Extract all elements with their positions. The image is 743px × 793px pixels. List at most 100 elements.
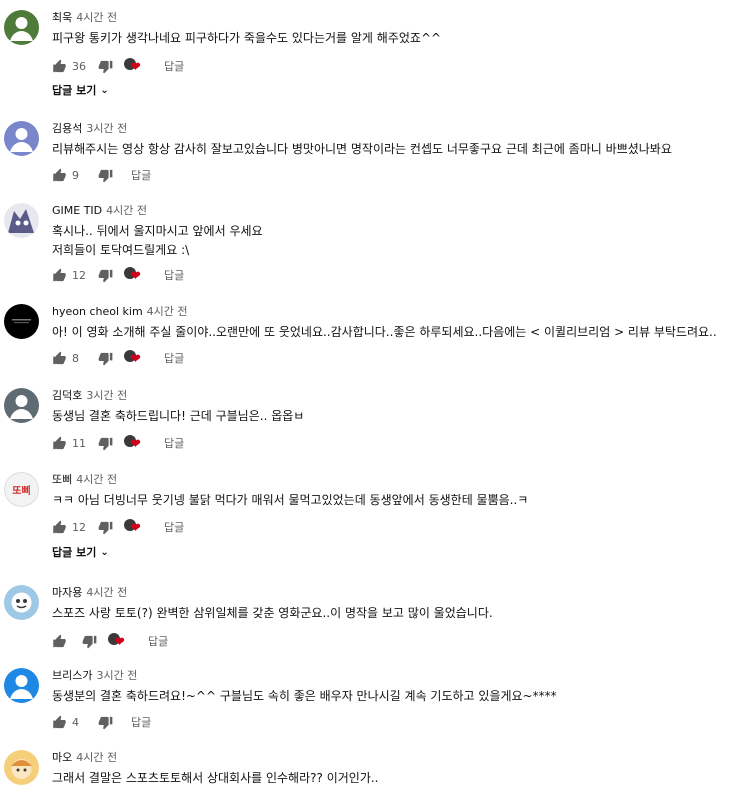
comment-time[interactable]: 4시간 전 [106,204,147,217]
avatar[interactable] [4,585,39,620]
comment-text-line: 혹시나.. 뒤에서 울지마시고 앞에서 우세요 [52,224,263,238]
heart-icon: ❤ [130,352,141,367]
like-icon[interactable] [52,520,67,535]
avatar[interactable] [4,668,39,703]
reply-button[interactable]: 답글 [131,714,151,730]
like-icon[interactable] [52,268,67,283]
comment-author[interactable]: 브리스가 [52,669,92,682]
like-icon[interactable] [52,715,67,730]
comment-time[interactable]: 3시간 전 [86,122,127,135]
comment-item: 브리스가 3시간 전 동생분의 결혼 축하드려요!~^^ 구블님도 속히 좋은 배… [0,668,743,738]
comment-text: 혹시나.. 뒤에서 울지마시고 앞에서 우세요 저희들이 토닥여드릴게요 :\ [52,222,263,260]
comment-text-line: 리뷰해주시는 영상 항상 감사히 잘보고있습니다 병맛아니면 명작이라는 컨셉도… [52,142,672,156]
dislike-icon[interactable] [98,520,113,535]
avatar[interactable] [4,203,39,238]
comment-text-line: 그래서 결말은 스포츠토토해서 상대회사를 인수해라?? 이거인가.. [52,771,379,785]
dislike-icon[interactable] [98,168,113,183]
comment-time[interactable]: 4시간 전 [76,473,117,486]
comment-author[interactable]: hyeon cheol kim [52,305,143,318]
comment-item: 마자용 4시간 전 스포즈 사랑 토토(?) 완벽한 삼위일체를 갖춘 영화군요.… [0,585,743,655]
comment-text-line: 동생분의 결혼 축하드려요!~^^ 구블님도 속히 좋은 배우자 만나시길 계속… [52,689,557,703]
comment-author[interactable]: 마오 [52,751,72,764]
like-icon[interactable] [52,59,67,74]
comment-author[interactable]: 최욱 [52,11,72,24]
dislike-icon[interactable] [98,351,113,366]
comment-author[interactable]: 마자용 [52,586,82,599]
comments-list: 최욱 4시간 전 피구왕 통키가 생각나네요 피구하다가 죽을수도 있다는거를 알… [0,0,743,793]
comment-text: 아! 이 영화 소개해 주실 줄이야..오랜만에 또 웃었네요..감사합니다..… [52,323,717,342]
heart-icon: ❤ [114,635,125,650]
comment-actions: 4 답글 [52,712,151,732]
view-replies-button[interactable]: 답글 보기 ⌄ [52,82,109,98]
comment-author[interactable]: GIME TID [52,204,102,217]
heart-icon: ❤ [130,521,141,536]
comment-text-line: 아! 이 영화 소개해 주실 줄이야..오랜만에 또 웃었네요..감사합니다..… [52,325,717,339]
avatar[interactable] [4,304,39,339]
avatar[interactable] [4,10,39,45]
reply-button[interactable]: 답글 [164,267,184,283]
comment-item: 마오 4시간 전 그래서 결말은 스포츠토토해서 상대회사를 인수해라?? 이거인… [0,750,743,793]
comment-actions: ❤ 답글 [52,631,168,651]
like-count: 4 [72,715,79,729]
creator-heart: ❤ [124,266,146,284]
creator-heart: ❤ [124,518,146,536]
comment-author[interactable]: 김덕호 [52,389,82,402]
reply-button[interactable]: 답글 [164,350,184,366]
dislike-icon[interactable] [98,436,113,451]
reply-button[interactable]: 답글 [164,58,184,74]
avatar[interactable] [4,388,39,423]
comment-actions: 9 답글 [52,165,151,185]
creator-heart: ❤ [124,57,146,75]
comment-time[interactable]: 4시간 전 [76,11,117,24]
comment-text: 리뷰해주시는 영상 항상 감사히 잘보고있습니다 병맛아니면 명작이라는 컨셉도… [52,140,672,159]
comment-actions: 12 ❤ 답글 [52,517,184,537]
reply-button[interactable]: 답글 [164,519,184,535]
like-icon[interactable] [52,634,67,649]
reply-button[interactable]: 답글 [164,435,184,451]
comment-time[interactable]: 4시간 전 [147,305,188,318]
comment-author[interactable]: 또삐 [52,473,72,486]
view-replies-button[interactable]: 답글 보기 ⌄ [52,544,109,560]
dislike-icon[interactable] [82,634,97,649]
like-count: 9 [72,168,79,182]
comment-item: 김용석 3시간 전 리뷰해주시는 영상 항상 감사히 잘보고있습니다 병맛아니면 … [0,121,743,186]
like-count: 36 [72,59,86,73]
like-icon[interactable] [52,351,67,366]
dislike-icon[interactable] [98,268,113,283]
like-icon[interactable] [52,436,67,451]
comment-text-line: 저희들이 토닥여드릴게요 :\ [52,243,190,257]
comment-text: 스포즈 사랑 토토(?) 완벽한 삼위일체를 갖춘 영화군요..이 명작을 보고… [52,604,493,623]
comment-time[interactable]: 4시간 전 [76,751,117,764]
avatar[interactable] [4,750,39,785]
dislike-icon[interactable] [98,715,113,730]
reply-button[interactable]: 답글 [148,633,168,649]
creator-heart: ❤ [124,434,146,452]
view-replies-label: 답글 보기 [52,84,97,97]
reply-button[interactable]: 답글 [131,167,151,183]
comment-text-line: 스포즈 사랑 토토(?) 완벽한 삼위일체를 갖춘 영화군요..이 명작을 보고… [52,606,493,620]
comment-actions: 12 ❤ 답글 [52,265,184,285]
heart-icon: ❤ [130,60,141,75]
like-count: 11 [72,436,86,450]
comment-text: ㅋㅋ 아님 더빙너무 웃기넹 불닭 먹다가 매워서 물먹고있었는데 동생앞에서 … [52,491,528,510]
like-count: 12 [72,520,86,534]
dislike-icon[interactable] [98,59,113,74]
chevron-down-icon: ⌄ [100,546,109,558]
comment-actions: 8 ❤ 답글 [52,348,184,368]
avatar[interactable] [4,121,39,156]
view-replies-label: 답글 보기 [52,546,97,559]
comment-item: hyeon cheol kim 4시간 전 아! 이 영화 소개해 주실 줄이야.… [0,304,743,374]
comment-time[interactable]: 3시간 전 [96,669,137,682]
comment-text: 동생분의 결혼 축하드려요!~^^ 구블님도 속히 좋은 배우자 만나시길 계속… [52,687,557,706]
comment-time[interactable]: 4시간 전 [86,586,127,599]
comment-actions: 36 ❤ 답글 [52,56,184,76]
comment-time[interactable]: 3시간 전 [86,389,127,402]
comment-text: 피구왕 통키가 생각나네요 피구하다가 죽을수도 있다는거를 알게 해주었죠^^ [52,29,441,48]
comment-author[interactable]: 김용석 [52,122,82,135]
heart-icon: ❤ [130,269,141,284]
comment-item: 최욱 4시간 전 피구왕 통키가 생각나네요 피구하다가 죽을수도 있다는거를 알… [0,10,743,100]
chevron-down-icon: ⌄ [100,84,109,96]
avatar[interactable]: 또삐 [4,472,39,507]
comment-item: 또삐 또삐 4시간 전 ㅋㅋ 아님 더빙너무 웃기넹 불닭 먹다가 매워서 물먹고… [0,472,743,567]
like-icon[interactable] [52,168,67,183]
